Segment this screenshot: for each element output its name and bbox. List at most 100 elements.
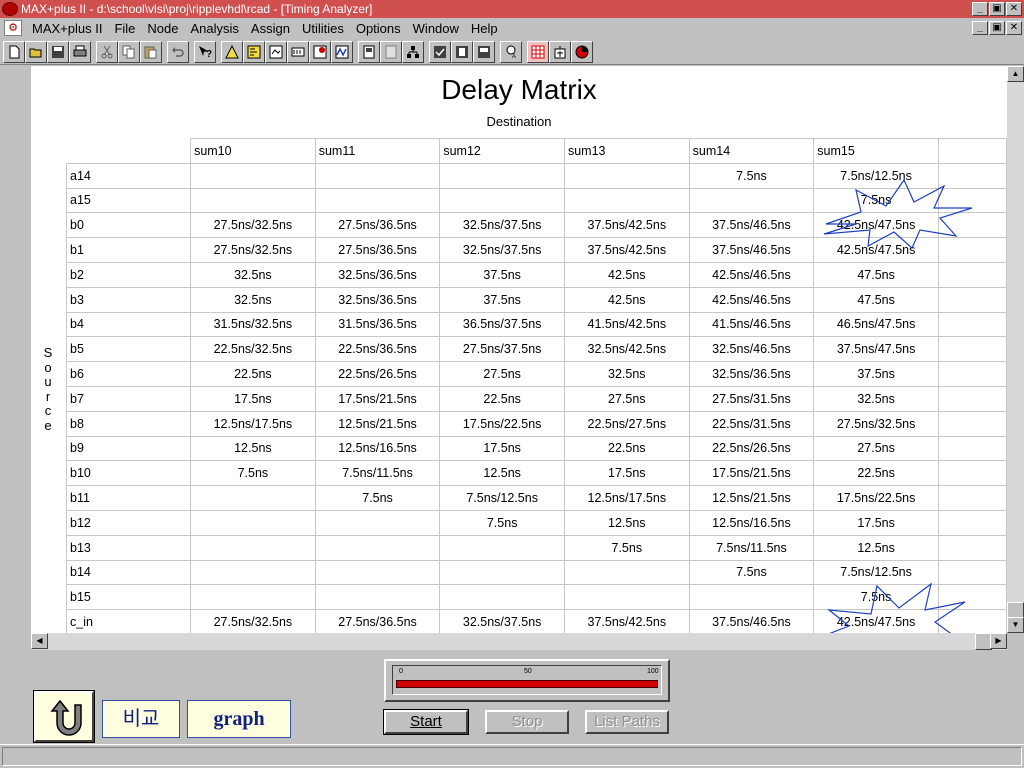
menu-maxplus[interactable]: MAX+plus II — [26, 21, 108, 36]
scroll-down-arrow-icon[interactable]: ▼ — [1007, 617, 1024, 633]
delay-cell[interactable]: 17.5ns/21.5ns — [314, 385, 441, 412]
undo-icon[interactable] — [167, 40, 189, 63]
row-label-b8[interactable]: b8 — [65, 410, 192, 437]
row-label-b11[interactable]: b11 — [65, 485, 192, 511]
delay-cell[interactable]: 12.5ns — [190, 435, 316, 462]
delay-cell[interactable]: 7.5ns — [439, 509, 565, 536]
delay-cell[interactable]: 17.5ns — [439, 435, 565, 462]
start-button[interactable]: Start — [383, 709, 469, 735]
delay-cell[interactable]: 32.5ns — [190, 261, 316, 288]
delay-cell[interactable]: 31.5ns/36.5ns — [314, 311, 441, 338]
delay-cell[interactable]: 42.5ns/47.5ns — [813, 237, 939, 263]
stop-button[interactable]: Stop — [485, 710, 569, 734]
delay-cell[interactable]: 7.5ns — [688, 162, 815, 189]
delay-cell[interactable]: 17.5ns — [813, 509, 939, 536]
document-system-menu-icon[interactable]: ⚙ — [4, 20, 22, 36]
delay-cell[interactable]: 37.5ns — [439, 286, 565, 313]
menu-utilities[interactable]: Utilities — [296, 21, 350, 36]
menu-analysis[interactable]: Analysis — [184, 21, 244, 36]
delay-cell[interactable]: 27.5ns — [563, 385, 690, 412]
delay-cell[interactable] — [190, 559, 316, 586]
delay-cell[interactable]: 46.5ns/47.5ns — [813, 311, 939, 338]
open-file-icon[interactable] — [25, 40, 47, 63]
column-header-sum10[interactable]: sum10 — [190, 138, 316, 164]
hierarchy-up-icon[interactable] — [221, 40, 243, 63]
delay-cell[interactable]: 12.5ns/21.5ns — [314, 410, 441, 437]
paste-icon[interactable] — [140, 40, 162, 63]
row-label-b4[interactable]: b4 — [65, 311, 192, 338]
delay-cell[interactable]: 37.5ns/42.5ns — [563, 237, 690, 263]
delay-cell[interactable]: 32.5ns — [190, 286, 316, 313]
delay-cell[interactable]: 37.5ns/47.5ns — [813, 336, 939, 363]
delay-cell[interactable]: 22.5ns — [439, 385, 565, 412]
delay-cell[interactable]: 37.5ns — [813, 361, 939, 387]
delay-cell[interactable]: 17.5ns/22.5ns — [439, 410, 565, 437]
menu-help[interactable]: Help — [465, 21, 504, 36]
delay-cell[interactable]: 32.5ns/37.5ns — [439, 212, 565, 239]
restore-button[interactable]: ▣ — [989, 2, 1005, 16]
delay-cell[interactable]: 7.5ns — [688, 559, 815, 586]
row-label-b12[interactable]: b12 — [65, 509, 192, 536]
delay-cell[interactable]: 12.5ns/17.5ns — [190, 410, 316, 437]
delay-cell[interactable]: 22.5ns — [190, 361, 316, 387]
delay-cell[interactable] — [190, 187, 316, 214]
delay-cell[interactable] — [190, 485, 316, 511]
waveform-icon[interactable] — [331, 40, 353, 63]
delay-cell[interactable]: 22.5ns/26.5ns — [688, 435, 815, 462]
menu-file[interactable]: File — [108, 21, 141, 36]
timing-analyzer-icon[interactable] — [358, 40, 380, 63]
delay-cell[interactable] — [688, 584, 815, 611]
delay-cell[interactable]: 32.5ns/46.5ns — [688, 336, 815, 363]
delay-cell[interactable]: 42.5ns/47.5ns — [813, 212, 939, 239]
print-icon[interactable] — [69, 40, 91, 63]
delay-cell[interactable]: 12.5ns/21.5ns — [688, 485, 815, 511]
delay-cell[interactable]: 7.5ns/12.5ns — [439, 485, 565, 511]
delay-cell[interactable]: 17.5ns — [563, 460, 690, 487]
delay-cell[interactable]: 37.5ns — [439, 261, 565, 288]
delay-cell[interactable]: 22.5ns — [813, 460, 939, 487]
close-button[interactable]: ✕ — [1006, 2, 1022, 16]
project-save-compile-icon[interactable] — [451, 40, 473, 63]
row-label-b5[interactable]: b5 — [65, 336, 192, 363]
delay-cell[interactable]: 17.5ns/22.5ns — [813, 485, 939, 511]
delay-cell[interactable]: 41.5ns/46.5ns — [688, 311, 815, 338]
delay-cell[interactable]: 7.5ns — [813, 187, 939, 214]
delay-cell[interactable]: 7.5ns/12.5ns — [813, 162, 939, 189]
delay-cell[interactable]: 37.5ns/46.5ns — [688, 609, 815, 633]
delay-cell[interactable]: 12.5ns/17.5ns — [563, 485, 690, 511]
delay-cell[interactable]: 7.5ns/11.5ns — [688, 534, 815, 561]
row-label-b1[interactable]: b1 — [65, 237, 192, 263]
delay-cell[interactable]: 17.5ns — [190, 385, 316, 412]
row-label-b9[interactable]: b9 — [65, 435, 192, 462]
simulator-icon[interactable] — [309, 40, 331, 63]
delay-cell[interactable]: 27.5ns/32.5ns — [190, 237, 316, 263]
column-header-sum14[interactable]: sum14 — [688, 138, 815, 164]
delay-cell[interactable] — [314, 187, 441, 214]
row-label-b6[interactable]: b6 — [65, 361, 192, 387]
delay-cell[interactable]: 32.5ns/36.5ns — [314, 286, 441, 313]
delay-cell[interactable]: 7.5ns — [190, 460, 316, 487]
delay-cell[interactable]: 12.5ns — [813, 534, 939, 561]
delay-cell[interactable]: 7.5ns — [563, 534, 690, 561]
delay-cell[interactable]: 12.5ns/16.5ns — [688, 509, 815, 536]
delay-cell[interactable]: 22.5ns/32.5ns — [190, 336, 316, 363]
scroll-left-arrow-icon[interactable]: ◀ — [31, 633, 48, 649]
assignment-icon[interactable]: A — [500, 40, 522, 63]
delay-cell[interactable]: 27.5ns/32.5ns — [190, 212, 316, 239]
delay-cell[interactable] — [563, 187, 690, 214]
delay-cell[interactable]: 12.5ns — [439, 460, 565, 487]
delay-cell[interactable]: 42.5ns/46.5ns — [688, 261, 815, 288]
delay-cell[interactable]: 32.5ns/36.5ns — [314, 261, 441, 288]
project-save-simulate-icon[interactable] — [473, 40, 495, 63]
vertical-scrollbar[interactable]: ▲ ▼ — [1007, 66, 1024, 633]
delay-cell[interactable] — [439, 187, 565, 214]
delay-cell[interactable]: 12.5ns — [563, 509, 690, 536]
menu-node[interactable]: Node — [141, 21, 184, 36]
row-label-b10[interactable]: b10 — [65, 460, 192, 487]
row-label-b15[interactable]: b15 — [65, 584, 192, 611]
delay-cell[interactable] — [314, 534, 441, 561]
delay-cell[interactable]: 7.5ns — [813, 584, 939, 611]
delay-cell[interactable]: 37.5ns/46.5ns — [688, 237, 815, 263]
delay-cell[interactable] — [190, 162, 316, 189]
delay-cell[interactable]: 47.5ns — [813, 261, 939, 288]
